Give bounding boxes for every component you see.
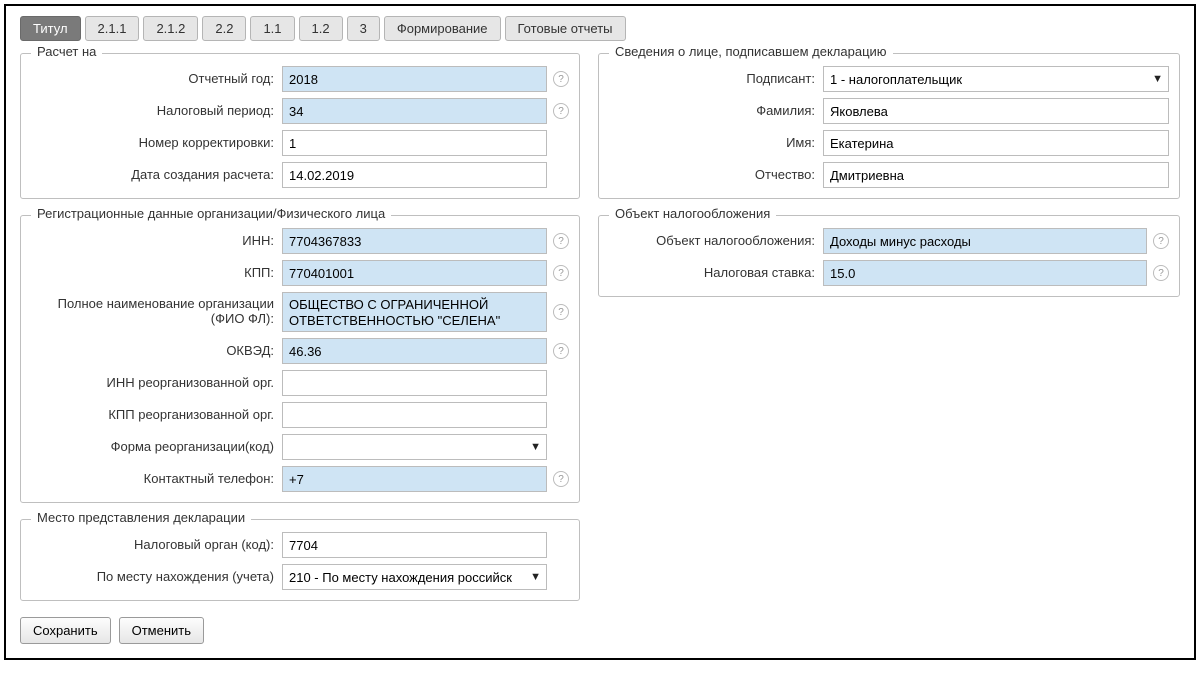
help-icon[interactable]: ? bbox=[553, 71, 569, 87]
tab-reports[interactable]: Готовые отчеты bbox=[505, 16, 626, 41]
tab-formation[interactable]: Формирование bbox=[384, 16, 501, 41]
cancel-button[interactable]: Отменить bbox=[119, 617, 204, 644]
reorg-kpp-label: КПП реорганизованной орг. bbox=[31, 408, 276, 423]
kpp-input[interactable] bbox=[282, 260, 547, 286]
place-legend: Место представления декларации bbox=[31, 510, 251, 525]
signer-legend: Сведения о лице, подписавшем декларацию bbox=[609, 44, 893, 59]
tab-2-1-2[interactable]: 2.1.2 bbox=[143, 16, 198, 41]
loc-label: По месту нахождения (учета) bbox=[31, 570, 276, 585]
phone-input[interactable] bbox=[282, 466, 547, 492]
save-button[interactable]: Сохранить bbox=[20, 617, 111, 644]
date-input[interactable] bbox=[282, 162, 547, 188]
signer-group: Сведения о лице, подписавшем декларацию … bbox=[598, 53, 1180, 199]
reorg-inn-input[interactable] bbox=[282, 370, 547, 396]
help-icon[interactable]: ? bbox=[553, 304, 569, 320]
tax-object-legend: Объект налогообложения bbox=[609, 206, 776, 221]
reorg-inn-label: ИНН реорганизованной орг. bbox=[31, 376, 276, 391]
period-label: Налоговый период: bbox=[31, 104, 276, 119]
place-group: Место представления декларации Налоговый… bbox=[20, 519, 580, 601]
kpp-label: КПП: bbox=[31, 266, 276, 281]
name-input[interactable] bbox=[823, 130, 1169, 156]
calc-legend: Расчет на bbox=[31, 44, 102, 59]
inn-label: ИНН: bbox=[31, 234, 276, 249]
corr-label: Номер корректировки: bbox=[31, 136, 276, 151]
reorg-form-label: Форма реорганизации(код) bbox=[31, 440, 276, 455]
help-icon[interactable]: ? bbox=[1153, 265, 1169, 281]
phone-label: Контактный телефон: bbox=[31, 472, 276, 487]
tab-title[interactable]: Титул bbox=[20, 16, 81, 41]
signer-select[interactable]: 1 - налогоплательщик bbox=[823, 66, 1169, 92]
help-icon[interactable]: ? bbox=[553, 233, 569, 249]
name-label: Имя: bbox=[609, 136, 817, 151]
tab-2-1-1[interactable]: 2.1.1 bbox=[85, 16, 140, 41]
okved-label: ОКВЭД: bbox=[31, 344, 276, 359]
tab-2-2[interactable]: 2.2 bbox=[202, 16, 246, 41]
org-name-label: Полное наименование организации (ФИО ФЛ)… bbox=[31, 297, 276, 327]
okved-input[interactable] bbox=[282, 338, 547, 364]
form-panel: Титул 2.1.1 2.1.2 2.2 1.1 1.2 3 Формиров… bbox=[4, 4, 1196, 660]
tab-1-2[interactable]: 1.2 bbox=[299, 16, 343, 41]
year-label: Отчетный год: bbox=[31, 72, 276, 87]
reg-legend: Регистрационные данные организации/Физич… bbox=[31, 206, 391, 221]
reorg-kpp-input[interactable] bbox=[282, 402, 547, 428]
inn-input[interactable] bbox=[282, 228, 547, 254]
tax-code-label: Налоговый орган (код): bbox=[31, 538, 276, 553]
corr-input[interactable] bbox=[282, 130, 547, 156]
help-icon[interactable]: ? bbox=[1153, 233, 1169, 249]
loc-select[interactable]: 210 - По месту нахождения российск bbox=[282, 564, 547, 590]
tax-object-group: Объект налогообложения Объект налогообло… bbox=[598, 215, 1180, 297]
patr-input[interactable] bbox=[823, 162, 1169, 188]
signer-label: Подписант: bbox=[609, 72, 817, 87]
help-icon[interactable]: ? bbox=[553, 103, 569, 119]
org-name-input[interactable] bbox=[282, 292, 547, 332]
tax-obj-input[interactable] bbox=[823, 228, 1147, 254]
reorg-form-select[interactable] bbox=[282, 434, 547, 460]
help-icon[interactable]: ? bbox=[553, 471, 569, 487]
help-icon[interactable]: ? bbox=[553, 343, 569, 359]
reg-group: Регистрационные данные организации/Физич… bbox=[20, 215, 580, 503]
tax-obj-label: Объект налогообложения: bbox=[609, 234, 817, 249]
tab-bar: Титул 2.1.1 2.1.2 2.2 1.1 1.2 3 Формиров… bbox=[20, 16, 1180, 41]
period-input[interactable] bbox=[282, 98, 547, 124]
help-icon[interactable]: ? bbox=[553, 265, 569, 281]
patr-label: Отчество: bbox=[609, 168, 817, 183]
tab-3[interactable]: 3 bbox=[347, 16, 380, 41]
year-input[interactable] bbox=[282, 66, 547, 92]
tax-code-input[interactable] bbox=[282, 532, 547, 558]
calc-group: Расчет на Отчетный год: ? Налоговый пери… bbox=[20, 53, 580, 199]
tab-1-1[interactable]: 1.1 bbox=[250, 16, 294, 41]
tax-rate-label: Налоговая ставка: bbox=[609, 266, 817, 281]
surname-input[interactable] bbox=[823, 98, 1169, 124]
tax-rate-input[interactable] bbox=[823, 260, 1147, 286]
surname-label: Фамилия: bbox=[609, 104, 817, 119]
date-label: Дата создания расчета: bbox=[31, 168, 276, 183]
